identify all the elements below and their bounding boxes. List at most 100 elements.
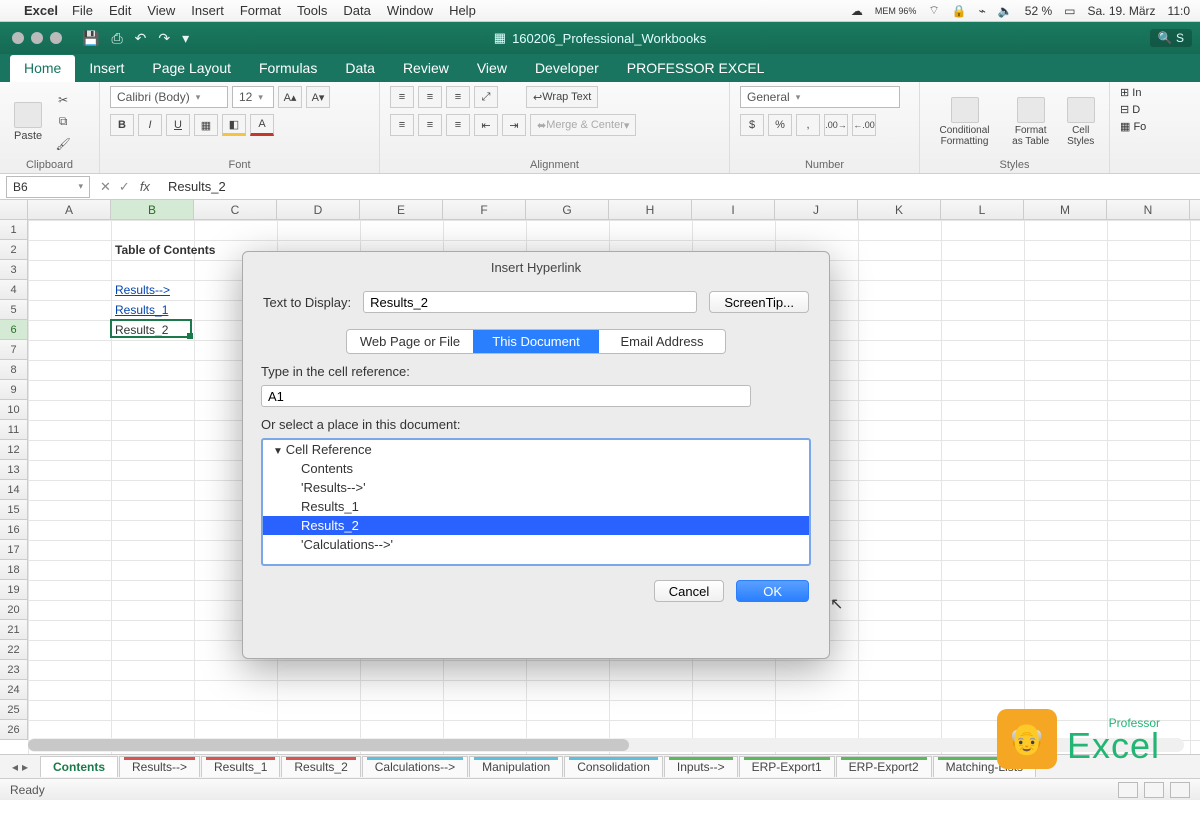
- bold-button[interactable]: B: [110, 114, 134, 136]
- row-header-15[interactable]: 15: [0, 500, 28, 520]
- qat-customize-icon[interactable]: ▾: [182, 30, 189, 47]
- row-header-10[interactable]: 10: [0, 400, 28, 420]
- menu-insert[interactable]: Insert: [191, 3, 224, 18]
- column-header-A[interactable]: A: [28, 200, 111, 219]
- list-item[interactable]: 'Calculations-->': [263, 535, 809, 554]
- copy-icon[interactable]: ⧉: [52, 113, 74, 131]
- sheet-nav-next-icon[interactable]: ▸: [22, 760, 28, 774]
- increase-indent-icon[interactable]: ⇥: [502, 114, 526, 136]
- list-header[interactable]: Cell Reference: [263, 440, 809, 459]
- column-header-J[interactable]: J: [775, 200, 858, 219]
- conditional-formatting-button[interactable]: Conditional Formatting: [930, 95, 999, 149]
- redo-icon[interactable]: ↷: [158, 30, 170, 47]
- cell-reference-input[interactable]: [261, 385, 751, 407]
- column-header-M[interactable]: M: [1024, 200, 1107, 219]
- currency-icon[interactable]: $: [740, 114, 764, 136]
- sheet-tab-contents[interactable]: Contents: [40, 756, 118, 777]
- cell-styles-button[interactable]: Cell Styles: [1062, 95, 1099, 149]
- document-places-list[interactable]: Cell Reference Contents'Results-->'Resul…: [261, 438, 811, 566]
- number-format-combo[interactable]: General▾: [740, 86, 900, 108]
- align-middle-icon[interactable]: ≡: [418, 86, 442, 108]
- tab-professor-excel[interactable]: PROFESSOR EXCEL: [613, 55, 779, 82]
- align-center-icon[interactable]: ≡: [418, 114, 442, 136]
- cut-icon[interactable]: ✂: [52, 91, 74, 109]
- column-header-L[interactable]: L: [941, 200, 1024, 219]
- insert-cells-button[interactable]: ⊞ In: [1120, 86, 1141, 99]
- sheet-nav-prev-icon[interactable]: ◂: [12, 760, 18, 774]
- zoom-window-button[interactable]: [50, 32, 62, 44]
- format-cells-button[interactable]: ▦ Fo: [1120, 120, 1146, 133]
- row-header-19[interactable]: 19: [0, 580, 28, 600]
- row-header-22[interactable]: 22: [0, 640, 28, 660]
- column-header-H[interactable]: H: [609, 200, 692, 219]
- font-color-icon[interactable]: A: [250, 114, 274, 136]
- tab-page-layout[interactable]: Page Layout: [138, 55, 245, 82]
- row-header-13[interactable]: 13: [0, 460, 28, 480]
- list-item[interactable]: Contents: [263, 459, 809, 478]
- italic-button[interactable]: I: [138, 114, 162, 136]
- lock-icon[interactable]: 🔒: [952, 4, 967, 18]
- row-header-25[interactable]: 25: [0, 700, 28, 720]
- delete-cells-button[interactable]: ⊟ D: [1120, 103, 1140, 116]
- cloud-icon[interactable]: ☁: [851, 4, 863, 18]
- orientation-icon[interactable]: ⤢: [474, 86, 498, 108]
- close-window-button[interactable]: [12, 32, 24, 44]
- formula-input[interactable]: Results_2: [160, 179, 1200, 194]
- tab-web-page[interactable]: Web Page or File: [347, 330, 473, 353]
- font-name-combo[interactable]: Calibri (Body)▾: [110, 86, 228, 108]
- app-name[interactable]: Excel: [24, 3, 58, 18]
- battery-icon[interactable]: ▭: [1064, 4, 1075, 18]
- paste-button[interactable]: Paste: [10, 100, 46, 144]
- bluetooth-icon[interactable]: ⌁: [979, 4, 986, 18]
- row-header-9[interactable]: 9: [0, 380, 28, 400]
- row-header-23[interactable]: 23: [0, 660, 28, 680]
- row-header-3[interactable]: 3: [0, 260, 28, 280]
- row-header-14[interactable]: 14: [0, 480, 28, 500]
- page-break-view-button[interactable]: [1170, 782, 1190, 798]
- row-header-16[interactable]: 16: [0, 520, 28, 540]
- column-header-I[interactable]: I: [692, 200, 775, 219]
- row-header-11[interactable]: 11: [0, 420, 28, 440]
- ok-button[interactable]: OK: [736, 580, 809, 602]
- row-header-12[interactable]: 12: [0, 440, 28, 460]
- tab-data[interactable]: Data: [331, 55, 389, 82]
- row-header-2[interactable]: 2: [0, 240, 28, 260]
- sheet-tab-results---[interactable]: Results-->: [119, 756, 200, 777]
- enter-formula-icon[interactable]: ✓: [119, 179, 130, 195]
- column-header-B[interactable]: B: [111, 200, 194, 219]
- row-header-4[interactable]: 4: [0, 280, 28, 300]
- normal-view-button[interactable]: [1118, 782, 1138, 798]
- decrease-font-icon[interactable]: A▾: [306, 86, 330, 108]
- minimize-window-button[interactable]: [31, 32, 43, 44]
- list-item[interactable]: 'Results-->': [263, 478, 809, 497]
- print-icon[interactable]: ⎙: [111, 30, 122, 47]
- align-top-icon[interactable]: ≡: [390, 86, 414, 108]
- text-to-display-input[interactable]: [363, 291, 697, 313]
- search-box[interactable]: 🔍 S: [1150, 29, 1192, 47]
- increase-font-icon[interactable]: A▴: [278, 86, 302, 108]
- volume-icon[interactable]: 🔈: [998, 4, 1013, 18]
- tab-view[interactable]: View: [463, 55, 521, 82]
- column-header-D[interactable]: D: [277, 200, 360, 219]
- decrease-indent-icon[interactable]: ⇤: [474, 114, 498, 136]
- tab-email-address[interactable]: Email Address: [599, 330, 725, 353]
- list-item[interactable]: Results_1: [263, 497, 809, 516]
- sheet-tab-manipulation[interactable]: Manipulation: [469, 756, 563, 777]
- sheet-tab-calculations---[interactable]: Calculations-->: [362, 756, 468, 777]
- screentip-button[interactable]: ScreenTip...: [709, 291, 809, 313]
- sheet-tab-erp-export1[interactable]: ERP-Export1: [739, 756, 835, 777]
- format-painter-icon[interactable]: 🖌: [52, 135, 74, 153]
- decrease-decimal-icon[interactable]: ←.00: [852, 114, 876, 136]
- format-as-table-button[interactable]: Format as Table: [1005, 95, 1056, 149]
- list-item[interactable]: Results_2: [263, 516, 809, 535]
- column-header-K[interactable]: K: [858, 200, 941, 219]
- row-header-8[interactable]: 8: [0, 360, 28, 380]
- cancel-formula-icon[interactable]: ✕: [100, 179, 111, 195]
- column-header-G[interactable]: G: [526, 200, 609, 219]
- tab-this-document[interactable]: This Document: [473, 330, 599, 353]
- row-header-1[interactable]: 1: [0, 220, 28, 240]
- tab-home[interactable]: Home: [10, 55, 75, 82]
- menu-view[interactable]: View: [147, 3, 175, 18]
- menu-tools[interactable]: Tools: [297, 3, 327, 18]
- row-header-24[interactable]: 24: [0, 680, 28, 700]
